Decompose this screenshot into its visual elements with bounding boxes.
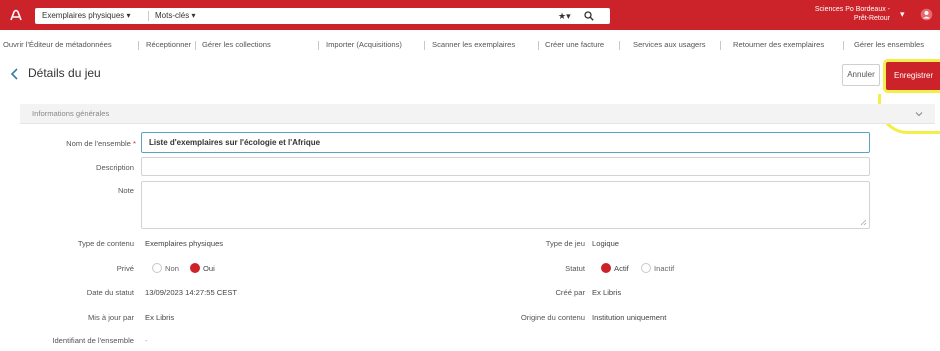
status-date-value: 13/09/2023 14:27:55 CEST	[145, 288, 238, 297]
set-type-value: Logique	[592, 239, 620, 248]
nav-divider	[843, 41, 844, 50]
search-scope-dropdown[interactable]: Exemplaires physiques ▾	[42, 8, 131, 24]
nav-divider	[619, 41, 620, 50]
set-name-label-text: Nom de l'ensemble	[66, 139, 131, 148]
quick-links-bar: Ouvrir l'Éditeur de métadonnées Réceptio…	[0, 38, 940, 52]
status-inactive-radio[interactable]	[641, 263, 651, 273]
nav-divider	[720, 41, 721, 50]
page-title: Détails du jeu	[28, 66, 101, 80]
nav-link-metadata-editor[interactable]: Ouvrir l'Éditeur de métadonnées	[3, 38, 112, 52]
updated-by-label: Mis à jour par	[87, 313, 134, 322]
nav-divider	[424, 41, 425, 50]
note-label: Note	[117, 186, 134, 195]
section-title: Informations générales	[32, 109, 110, 118]
description-label: Description	[96, 163, 134, 172]
back-arrow-icon[interactable]	[10, 68, 20, 80]
created-by-label: Créé par	[555, 288, 585, 297]
search-field-dropdown[interactable]: Mots-clés ▾	[155, 8, 195, 24]
private-yes-radio[interactable]	[190, 263, 200, 273]
nav-divider	[538, 41, 539, 50]
created-by-value: Ex Libris	[592, 288, 622, 297]
set-id-label: Identifiant de l'ensemble	[52, 336, 134, 345]
nav-link-receive[interactable]: Réceptionner	[146, 38, 191, 52]
required-marker: *	[133, 139, 136, 148]
institution-desk: Prêt-Retour	[853, 15, 890, 22]
description-input[interactable]	[141, 157, 870, 176]
private-no-radio[interactable]	[152, 263, 162, 273]
set-type-label: Type de jeu	[545, 239, 585, 248]
user-icon[interactable]	[920, 8, 933, 21]
set-id-value: -	[145, 336, 148, 345]
nav-link-return-items[interactable]: Retourner des exemplaires	[733, 38, 824, 52]
search-icon[interactable]	[584, 11, 594, 21]
nav-link-manage-sets[interactable]: Gérer les ensembles	[854, 38, 924, 52]
cancel-button[interactable]: Annuler	[842, 64, 880, 86]
nav-link-patron-services[interactable]: Services aux usagers	[633, 38, 706, 52]
alma-logo-icon[interactable]	[8, 7, 24, 23]
private-yes-label[interactable]: Oui	[203, 264, 215, 273]
content-origin-value: Institution uniquement	[592, 313, 667, 322]
content-type-label: Type de contenu	[77, 239, 134, 248]
chevron-down-icon[interactable]: ▾	[900, 9, 905, 20]
save-button[interactable]: Enregistrer	[886, 62, 940, 90]
search-scope-divider	[148, 11, 149, 21]
status-label: Statut	[565, 264, 585, 273]
search-bar[interactable]: Exemplaires physiques ▾ Mots-clés ▾ ★▾	[35, 8, 610, 24]
chevron-down-icon[interactable]	[915, 110, 923, 118]
set-name-input[interactable]	[141, 132, 870, 153]
nav-divider	[195, 41, 196, 50]
resize-handle-icon[interactable]	[860, 219, 867, 226]
status-date-label: Date du statut	[86, 288, 134, 297]
content-origin-label: Origine du contenu	[520, 313, 585, 322]
private-label: Privé	[116, 264, 134, 273]
note-textarea[interactable]	[141, 181, 870, 229]
content-type-value: Exemplaires physiques	[145, 239, 224, 248]
top-bar: Exemplaires physiques ▾ Mots-clés ▾ ★▾ S…	[0, 0, 940, 30]
nav-link-import[interactable]: Importer (Acquisitions)	[326, 38, 402, 52]
status-active-radio[interactable]	[601, 263, 611, 273]
status-active-label[interactable]: Actif	[614, 264, 629, 273]
nav-divider	[138, 41, 139, 50]
general-info-section-header[interactable]: Informations générales	[20, 104, 935, 124]
nav-link-create-invoice[interactable]: Créer une facture	[545, 38, 604, 52]
nav-link-manage-collections[interactable]: Gérer les collections	[202, 38, 271, 52]
saved-searches-button[interactable]: ★▾	[558, 8, 571, 24]
set-name-label: Nom de l'ensemble *	[66, 139, 136, 148]
nav-link-scan-items[interactable]: Scanner les exemplaires	[432, 38, 515, 52]
institution-name: Sciences Po Bordeaux -	[814, 6, 890, 13]
search-scope-label: Exemplaires physiques	[42, 11, 125, 20]
nav-divider	[318, 41, 319, 50]
search-field-label: Mots-clés	[155, 11, 190, 20]
updated-by-value: Ex Libris	[145, 313, 175, 322]
status-inactive-label[interactable]: Inactif	[654, 264, 674, 273]
institution-selector[interactable]: Sciences Po Bordeaux - Prêt-Retour	[798, 5, 890, 23]
private-no-label[interactable]: Non	[165, 264, 179, 273]
